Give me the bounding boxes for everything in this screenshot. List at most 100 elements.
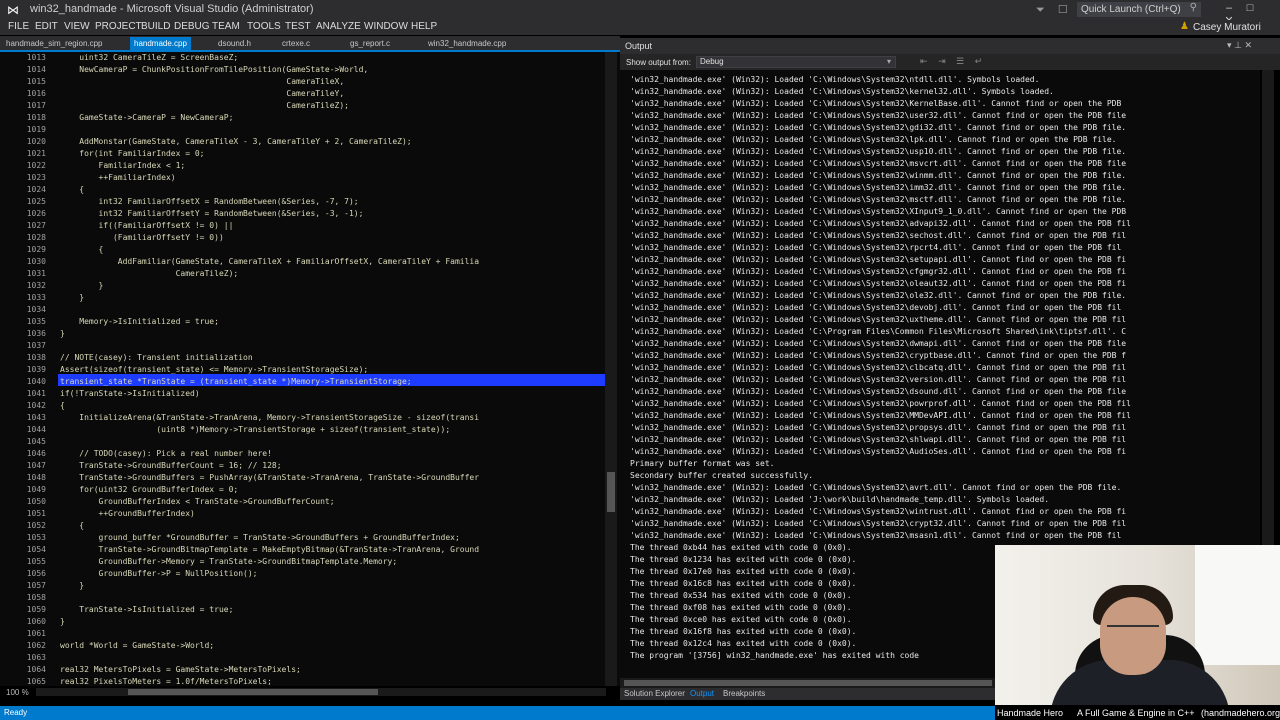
output-line: The thread 0xce0 has exited with code 0 … (630, 615, 852, 624)
menu-project[interactable]: PROJECT (95, 21, 142, 32)
menu-view[interactable]: VIEW (64, 21, 90, 32)
editor-vertical-scroll-thumb[interactable] (607, 472, 615, 512)
output-line: The program '[3756] win32_handmade.exe' … (630, 651, 919, 660)
output-title: Output (625, 41, 653, 51)
user-icon: ♟ (1180, 21, 1189, 32)
menu-test[interactable]: TEST (285, 21, 311, 32)
tab-solution-explorer[interactable]: Solution Explorer (624, 689, 685, 698)
code-line: AddFamiliar(GameState, CameraTileX + Fam… (60, 257, 480, 266)
output-line: 'win32_handmade.exe' (Win32): Loaded 'C:… (630, 267, 1127, 276)
maximize-button[interactable]: □ (1241, 2, 1259, 14)
output-line: 'win32_handmade.exe' (Win32): Loaded 'C:… (630, 411, 1131, 420)
code-line: { (60, 245, 104, 254)
tab-handmade-cpp[interactable]: handmade.cpp (130, 37, 191, 51)
banner-show-name: Handmade Hero (997, 708, 1064, 718)
find-prev-icon[interactable]: ⇤ (920, 56, 928, 67)
menu-help[interactable]: HELP (411, 21, 437, 32)
output-line: 'win32_handmade.exe' (Win32): Loaded 'C:… (630, 147, 1127, 156)
line-number: 1062 (26, 641, 46, 650)
webcam-person-glasses (1107, 625, 1159, 633)
tab-crtexe-c[interactable]: crtexe.c (282, 39, 310, 48)
line-number-gutter: 1013 1014 1015 1016 1017 1018 1019 1020 1021 1022… (0, 52, 57, 686)
menu-analyze[interactable]: ANALYZE (316, 21, 361, 32)
code-line: InitializeArena(&TranState->TranArena, M… (60, 413, 480, 422)
output-line: 'win32_handmade.exe' (Win32): Loaded 'C:… (630, 315, 1127, 324)
tab-breakpoints[interactable]: Breakpoints (723, 689, 765, 698)
code-line: ++FamiliarIndex) (60, 173, 176, 182)
output-line: 'win32_handmade.exe' (Win32): Loaded 'C:… (630, 423, 1127, 432)
pane-dropdown-icon[interactable]: ▾ (1227, 40, 1232, 50)
menu-bar: FILE EDIT VIEW PROJECT BUILD DEBUG TEAM … (0, 20, 1280, 35)
word-wrap-icon[interactable]: ↵ (975, 56, 983, 67)
code-line: ground_buffer *GroundBuffer = TranState-… (60, 533, 460, 542)
code-line: } (60, 581, 85, 590)
tab-dsound-h[interactable]: dsound.h (218, 39, 251, 48)
code-line: FamiliarIndex < 1; (60, 161, 186, 170)
editor-vertical-scrollbar[interactable] (605, 52, 617, 686)
line-number: 1029 (26, 245, 46, 254)
pin-icon[interactable]: ⊥ (1234, 40, 1242, 50)
code-line: if((FamiliarOffsetX != 0) || (60, 221, 234, 230)
menu-build[interactable]: BUILD (141, 21, 170, 32)
line-number: 1051 (26, 509, 46, 518)
code-line: (uint8 *)Memory->TransientStorage + size… (60, 425, 451, 434)
editor-horizontal-scroll-thumb[interactable] (128, 689, 378, 695)
line-number: 1021 (26, 149, 46, 158)
tab-gs-report-c[interactable]: gs_report.c (350, 39, 390, 48)
tab-output[interactable]: Output (690, 689, 714, 698)
user-name[interactable]: Casey Muratori (1193, 22, 1261, 33)
output-line: 'win32_handmade.exe' (Win32): Loaded 'C:… (630, 231, 1127, 240)
menu-debug[interactable]: DEBUG (174, 21, 210, 32)
output-line: The thread 0x1234 has exited with code 0… (630, 555, 857, 564)
output-header: Output ▾ ⊥ ✕ (620, 38, 1280, 54)
output-line: 'win32_handmade.exe' (Win32): Loaded 'C:… (630, 519, 1127, 528)
visual-studio-logo-icon: ⋈ (7, 3, 19, 17)
output-line: 'win32_handmade.exe' (Win32): Loaded 'C:… (630, 183, 1127, 192)
output-line: 'win32_handmade.exe' (Win32): Loaded 'C:… (630, 159, 1127, 168)
code-line: GameState->CameraP = NewCameraP; (60, 113, 234, 122)
line-number: 1014 (26, 65, 46, 74)
line-number: 1037 (26, 341, 46, 350)
output-source-select[interactable]: Debug ▾ (696, 56, 896, 68)
minimize-button[interactable]: – (1220, 2, 1238, 14)
line-number: 1015 (26, 77, 46, 86)
code-line: for(uint32 GroundBufferIndex = 0; (60, 485, 239, 494)
menu-team[interactable]: TEAM (212, 21, 240, 32)
line-number: 1017 (26, 101, 46, 110)
code-line: TranState->GroundBuffers = PushArray(&Tr… (60, 473, 480, 482)
filter-icon[interactable]: ⏷ (1036, 4, 1045, 17)
output-line: 'win32_handmade.exe' (Win32): Loaded 'C:… (630, 399, 1131, 408)
tab-handmade-sim-region[interactable]: handmade_sim_region.cpp (6, 39, 103, 48)
output-horizontal-scroll-thumb[interactable] (624, 680, 992, 686)
quick-launch-input[interactable]: Quick Launch (Ctrl+Q) ⚲ (1077, 2, 1201, 17)
menu-window[interactable]: WINDOW (364, 21, 408, 32)
line-number: 1018 (26, 113, 46, 122)
line-number: 1023 (26, 173, 46, 182)
menu-tools[interactable]: TOOLS (247, 21, 281, 32)
tab-win32-handmade[interactable]: win32_handmade.cpp (428, 39, 506, 48)
line-number: 1049 (26, 485, 46, 494)
find-next-icon[interactable]: ⇥ (938, 56, 946, 67)
output-source-value: Debug (700, 57, 724, 66)
chevron-down-icon: ▾ (886, 57, 891, 66)
line-number: 1042 (26, 401, 46, 410)
clear-all-icon[interactable]: ☰ (956, 56, 964, 67)
output-line: 'win32_handmade.exe' (Win32): Loaded 'C:… (630, 87, 1054, 96)
output-line: 'win32_handmade.exe' (Win32): Loaded 'C:… (630, 123, 1127, 132)
code-editor[interactable]: 1013 1014 1015 1016 1017 1018 1019 1020 1021 1022… (0, 52, 620, 686)
output-line: 'win32_handmade.exe' (Win32): Loaded 'C:… (630, 255, 1127, 264)
search-icon: ⚲ (1189, 2, 1197, 13)
code-line: if(!TranState->IsInitialized) (60, 389, 200, 398)
zoom-level[interactable]: 100 % (6, 688, 29, 697)
line-number: 1063 (26, 653, 46, 662)
line-number: 1060 (26, 617, 46, 626)
feedback-icon[interactable]: ☐ (1058, 3, 1068, 16)
pane-close-icon[interactable]: ✕ (1244, 40, 1252, 50)
output-line: 'win32_handmade.exe' (Win32): Loaded 'C:… (630, 483, 1122, 492)
stream-banner: Handmade Hero A Full Game & Engine in C+… (995, 706, 1280, 720)
menu-edit[interactable]: EDIT (35, 21, 58, 32)
output-toolbar: Show output from: Debug ▾ ⇤ ⇥ ☰ ↵ (620, 54, 1280, 70)
line-number: 1059 (26, 605, 46, 614)
code-line: { (60, 401, 65, 410)
menu-file[interactable]: FILE (8, 21, 29, 32)
